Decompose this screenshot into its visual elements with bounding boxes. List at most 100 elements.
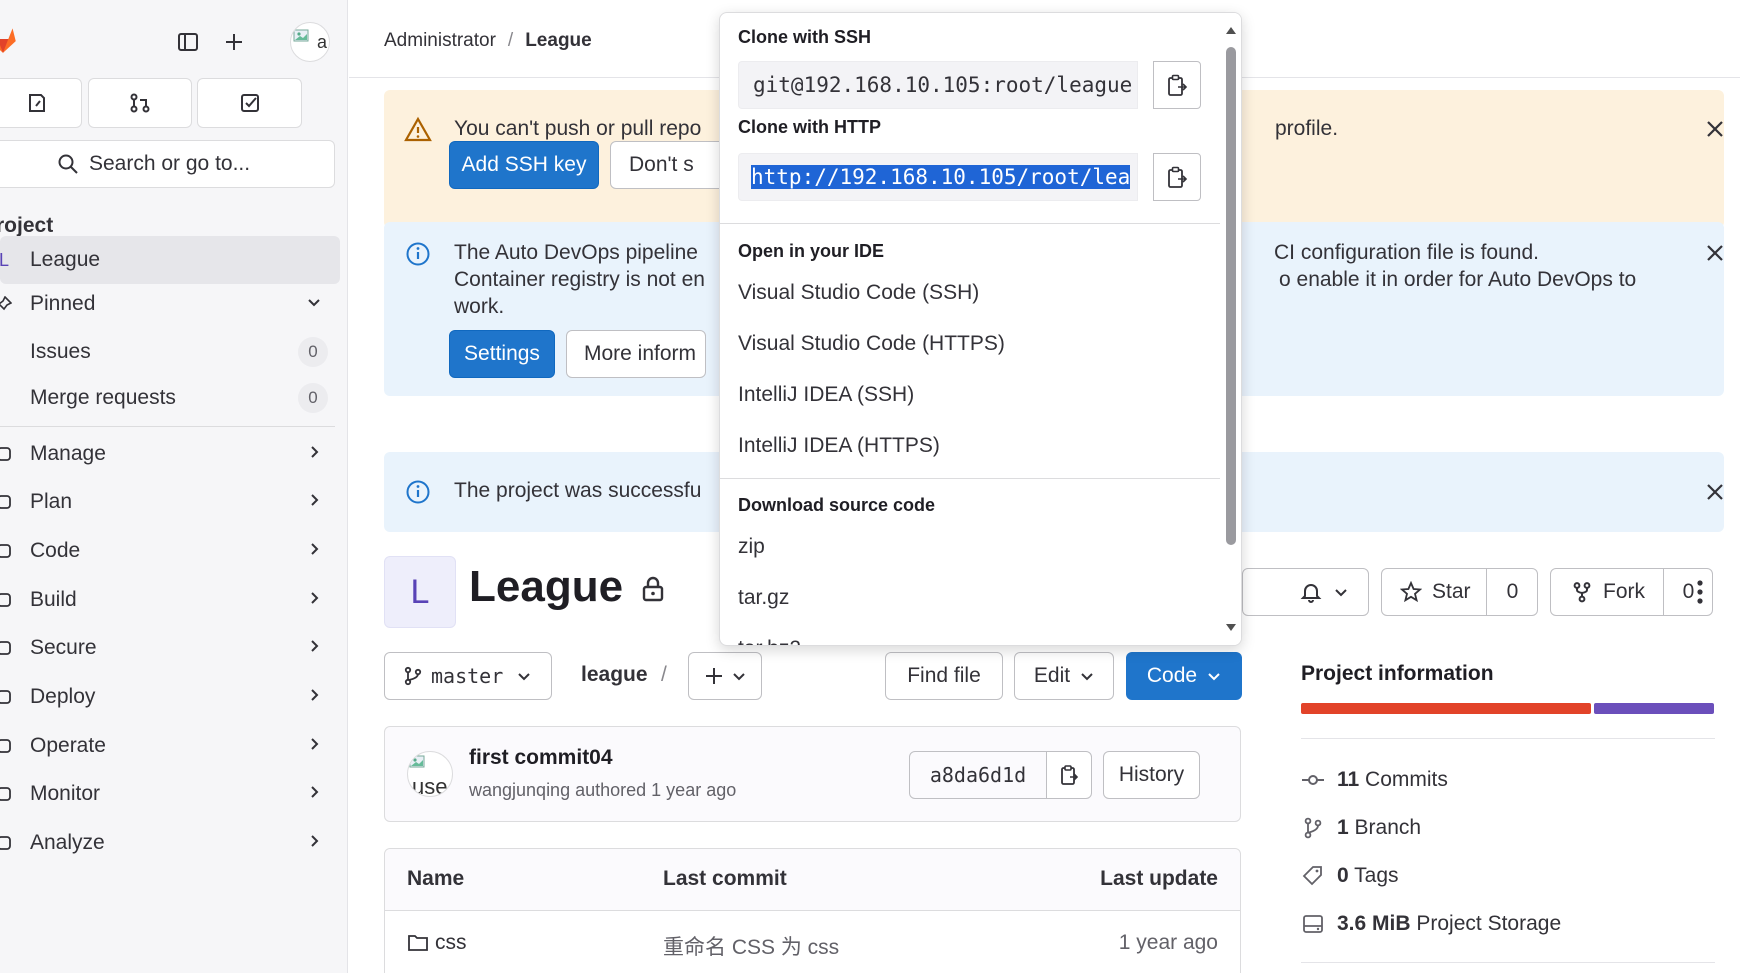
sidebar-item-build[interactable]: Build — [0, 576, 340, 624]
dont-show-again-button[interactable]: Don't s — [610, 141, 730, 189]
history-button[interactable]: History — [1103, 751, 1200, 799]
open-in-ide-heading: Open in your IDE — [738, 241, 885, 261]
project-title: League — [469, 562, 665, 612]
commit-sha[interactable]: a8da6d1d — [909, 751, 1047, 799]
chevron-down-icon — [1335, 589, 1347, 597]
sidebar: a Search or go to... roject L League Pin… — [0, 0, 348, 973]
copy-http-url-button[interactable] — [1153, 153, 1201, 201]
search-input[interactable]: Search or go to... — [0, 140, 335, 188]
ide-item-intellij-ssh[interactable]: IntelliJ IDEA (SSH) — [738, 383, 914, 407]
info-icon — [406, 242, 430, 266]
sidebar-item-secure[interactable]: Secure — [0, 624, 340, 672]
merge-requests-shortcut-button[interactable] — [88, 78, 192, 128]
chevron-right-icon — [306, 831, 322, 855]
sidebar-item-deploy[interactable]: Deploy — [0, 673, 340, 721]
commit-time: authored 1 year ago — [575, 780, 737, 800]
gitlab-logo-icon[interactable] — [0, 22, 20, 56]
commits-label: Commits — [1365, 768, 1448, 791]
branch-selector[interactable]: master — [384, 652, 552, 700]
notification-dropdown[interactable] — [1242, 568, 1369, 616]
commit-author[interactable]: wangjunqing — [469, 780, 570, 800]
copy-ssh-url-button[interactable] — [1153, 61, 1201, 109]
import-success-text: The project was successfu — [454, 479, 702, 502]
ide-item-vscode-ssh[interactable]: Visual Studio Code (SSH) — [738, 281, 979, 305]
sidebar-item-plan[interactable]: Plan — [0, 478, 340, 526]
scroll-up-arrow-icon[interactable] — [1225, 25, 1237, 35]
download-tar-gz[interactable]: tar.gz — [738, 586, 789, 610]
download-tar-bz2[interactable]: tar.bz2 — [738, 637, 801, 645]
find-file-button[interactable]: Find file — [885, 652, 1003, 700]
branches-link[interactable]: 1 Branch — [1301, 816, 1421, 840]
more-actions-icon[interactable] — [1687, 578, 1713, 606]
pin-icon — [0, 296, 14, 312]
sidebar-item-project[interactable]: L League — [0, 236, 340, 284]
sidebar-item-manage[interactable]: Manage — [0, 430, 340, 478]
clone-ssh-url-input[interactable]: git@192.168.10.105:root/league — [738, 61, 1138, 109]
clone-ssh-heading: Clone with SSH — [738, 27, 872, 47]
edit-dropdown[interactable]: Edit — [1014, 652, 1114, 700]
copy-icon — [1061, 765, 1079, 785]
storage-label: Project Storage — [1416, 912, 1562, 935]
plus-icon[interactable] — [216, 24, 252, 60]
table-header-row: Name Last commit Last update — [385, 849, 1240, 911]
devops-text-line2-tail: o enable it in order for Auto DevOps to — [1279, 268, 1637, 291]
commit-icon — [1302, 775, 1324, 785]
code-dropdown-panel: Clone with SSH git@192.168.10.105:root/l… — [719, 12, 1242, 646]
close-icon[interactable] — [1702, 479, 1728, 505]
users-icon — [0, 445, 14, 463]
sidebar-item-operate[interactable]: Operate — [0, 722, 340, 770]
repo-path[interactable]: league — [581, 663, 648, 687]
user-avatar[interactable]: a — [290, 22, 330, 62]
ssh-warning-text-tail: profile. — [1275, 117, 1339, 140]
commits-link[interactable]: 11 Commits — [1301, 768, 1448, 792]
settings-button[interactable]: Settings — [449, 330, 555, 378]
todo-icon — [240, 94, 259, 112]
sidebar-item-merge-requests[interactable]: Merge requests 0 — [0, 374, 340, 422]
dropdown-scrollbar[interactable] — [1220, 13, 1241, 645]
sidebar-item-label: Pinned — [30, 292, 96, 315]
sidebar-item-label: Deploy — [30, 685, 96, 708]
toggle-sidebar-icon[interactable] — [170, 24, 206, 60]
star-button[interactable]: Star 0 — [1381, 568, 1538, 616]
close-icon[interactable] — [1702, 116, 1728, 142]
branches-label: Branch — [1354, 816, 1422, 839]
tags-link[interactable]: 0 Tags — [1301, 864, 1399, 888]
chevron-right-icon — [306, 734, 322, 758]
sidebar-item-code[interactable]: Code — [0, 527, 340, 575]
lock-icon — [643, 577, 664, 602]
close-icon[interactable] — [1702, 240, 1728, 266]
more-information-button[interactable]: More inform — [566, 330, 706, 378]
broken-image-icon — [409, 755, 425, 768]
sidebar-item-pinned[interactable]: Pinned — [0, 280, 340, 328]
cloud-icon — [0, 737, 14, 755]
add-ssh-key-button[interactable]: Add SSH key — [449, 141, 599, 189]
ide-item-vscode-https[interactable]: Visual Studio Code (HTTPS) — [738, 332, 1005, 356]
scrollbar-thumb[interactable] — [1226, 47, 1236, 545]
add-to-tree-dropdown[interactable] — [688, 652, 762, 700]
commit-title[interactable]: first commit04 — [469, 746, 613, 770]
chevron-down-icon — [306, 292, 322, 316]
sidebar-item-issues[interactable]: Issues 0 — [0, 328, 340, 376]
breadcrumb-item-administrator[interactable]: Administrator — [384, 30, 496, 52]
todo-shortcut-button[interactable] — [197, 78, 302, 128]
sidebar-item-monitor[interactable]: Monitor — [0, 770, 340, 818]
download-zip[interactable]: zip — [738, 535, 765, 559]
ide-item-intellij-https[interactable]: IntelliJ IDEA (HTTPS) — [738, 434, 940, 458]
column-header-last-commit: Last commit — [663, 867, 787, 890]
commit-author-avatar[interactable]: use — [407, 751, 453, 797]
copy-sha-button[interactable] — [1046, 751, 1092, 799]
rocket-icon — [0, 591, 14, 609]
column-header-name: Name — [407, 867, 465, 890]
commits-count: 11 — [1337, 768, 1360, 791]
code-dropdown-button[interactable]: Code — [1126, 652, 1242, 700]
scroll-down-arrow-icon[interactable] — [1225, 623, 1237, 633]
sidebar-item-analyze[interactable]: Analyze — [0, 819, 340, 867]
breadcrumb-item-league[interactable]: League — [525, 30, 592, 52]
sidebar-item-label: Monitor — [30, 782, 101, 805]
file-last-commit[interactable]: 重命名 CSS 为 css — [663, 931, 839, 961]
branches-count: 1 — [1337, 816, 1349, 839]
issues-shortcut-button[interactable] — [0, 78, 82, 128]
star-icon — [1400, 581, 1422, 603]
file-name-cell[interactable]: css — [407, 931, 467, 955]
clone-http-url-input[interactable]: http://192.168.10.105/root/lea — [738, 153, 1138, 201]
